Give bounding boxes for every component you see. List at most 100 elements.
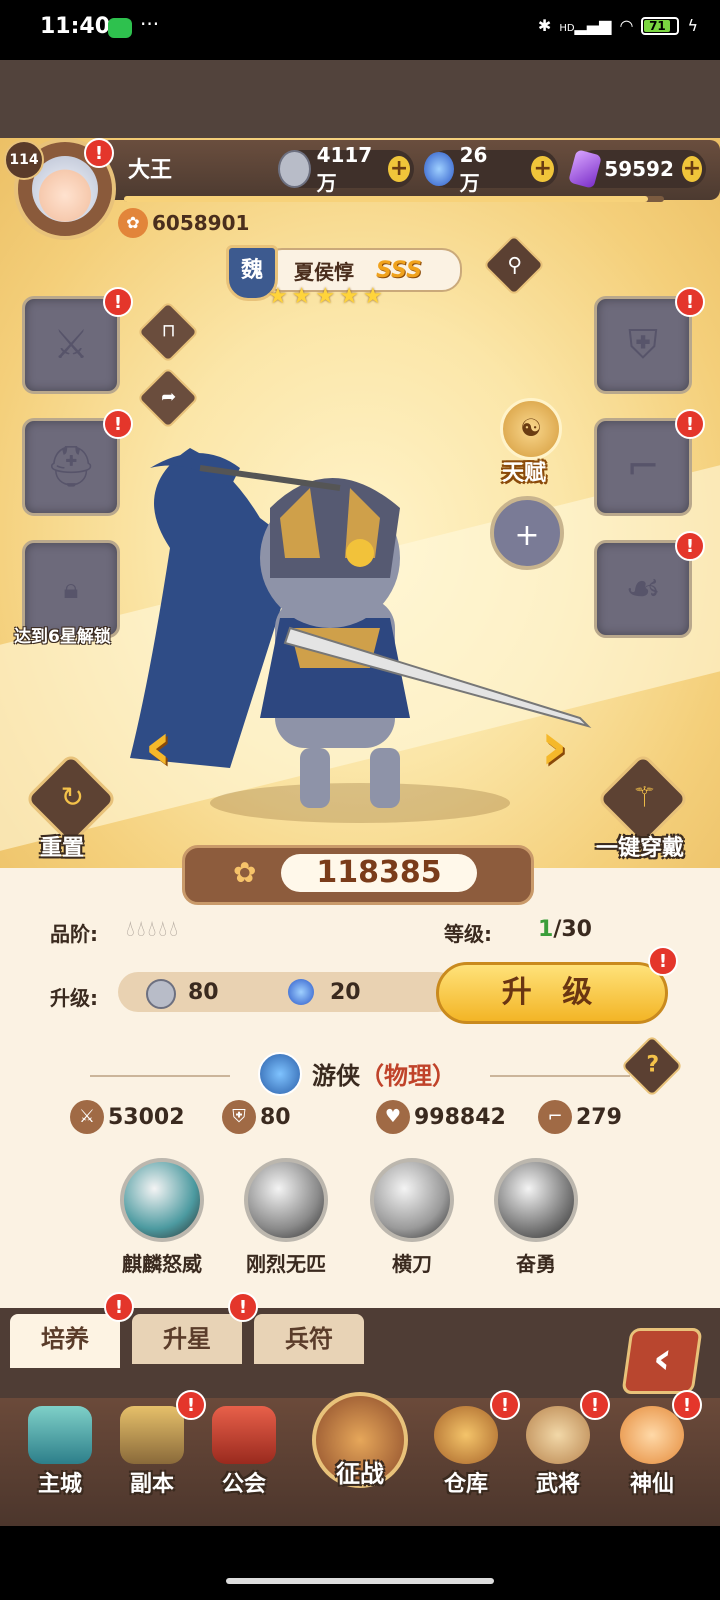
resource-orbs[interactable]: 26万 + <box>424 143 558 195</box>
resource-coins[interactable]: 4117万 + <box>278 143 414 195</box>
combat-power-banner: ✿ 118385 <box>182 845 534 905</box>
search-icon: ⚲ <box>507 252 523 277</box>
boot-icon: ⌐ <box>626 444 660 490</box>
equip-slot-weapon[interactable]: ⚔ ! <box>22 287 133 394</box>
alert-icon: ! <box>675 287 705 317</box>
coin-icon <box>146 979 176 1009</box>
flag-icon <box>212 1406 276 1464</box>
equip-slot-armor[interactable]: ⛨ ! <box>594 287 705 394</box>
skill-icon-3[interactable] <box>494 1158 578 1242</box>
upgrade-alert-icon: ! <box>648 946 678 976</box>
signal-icon: HD▂▄▆ <box>559 16 612 35</box>
outfit-icon: ⚚ <box>631 780 657 814</box>
player-name: 大王 <box>128 158 173 183</box>
upgrade-cost-label: 升级: <box>50 986 98 1010</box>
resource-crystals[interactable]: 59592 + <box>568 149 706 189</box>
chevron-left-icon: ‹ <box>649 1333 675 1384</box>
stat-speed: ⌐ 279 <box>538 1100 622 1134</box>
resource-value: 26万 <box>459 142 488 195</box>
avatar-alert-icon: ! <box>84 138 114 168</box>
heart-icon: ♥ <box>376 1100 410 1134</box>
prev-hero-button[interactable]: ‹ <box>134 712 182 782</box>
system-nav-bar <box>0 1526 720 1600</box>
equip-slot-accessory[interactable]: ☙ ! <box>594 531 705 638</box>
skill-name: 横刀 <box>392 1252 432 1276</box>
tab-star-up[interactable]: 升星 <box>132 1314 242 1364</box>
star-icon: ★ <box>291 284 312 309</box>
paw-icon: ✿ <box>118 208 148 238</box>
add-orbs-button[interactable]: + <box>531 156 554 182</box>
orb-cost: 20 <box>330 980 361 1005</box>
stat-defense: ⛨ 80 <box>222 1100 291 1134</box>
sword-icon: ⚔ <box>70 1100 104 1134</box>
nav-main-city[interactable]: 主城 <box>18 1402 102 1498</box>
skill-icon-2[interactable] <box>370 1158 454 1242</box>
shield-icon: ⛨ <box>222 1100 256 1134</box>
talent-button[interactable]: ☯ <box>500 398 562 460</box>
stat-attack: ⚔ 53002 <box>70 1100 185 1134</box>
alert-icon: ! <box>103 409 133 439</box>
nav-guild[interactable]: 公会 <box>202 1402 286 1498</box>
add-crystals-button[interactable]: + <box>681 156 702 182</box>
hero-stars: ★ ★ ★ ★ ★ <box>268 284 383 309</box>
resource-value: 4117万 <box>316 142 373 195</box>
share-icon: ➦ <box>161 386 177 408</box>
ranger-icon <box>258 1052 302 1096</box>
alert-icon: ! <box>675 531 705 561</box>
weapon-icon: ⚔ <box>53 322 89 368</box>
helmet-icon: ⛑ <box>45 444 97 490</box>
equip-all-label: 一键穿戴 <box>596 836 685 861</box>
blue-orb-icon <box>424 152 454 186</box>
bag-icon <box>434 1406 498 1464</box>
nav-label: 武将 <box>535 1472 580 1497</box>
stat-health: ♥ 998842 <box>376 1100 506 1134</box>
talent-label: 天赋 <box>502 461 547 486</box>
level-label: 等级: <box>444 922 492 946</box>
unlock-icon: ⊓ <box>161 320 176 342</box>
add-companion-button[interactable]: + <box>490 496 564 570</box>
bluetooth-icon: ✱ <box>537 16 552 35</box>
tab-tally[interactable]: 兵符 <box>254 1314 364 1364</box>
add-coins-button[interactable]: + <box>388 156 410 182</box>
upgrade-button[interactable]: 升 级 <box>436 962 668 1024</box>
nav-battle[interactable]: 征战 <box>306 1378 414 1498</box>
home-indicator[interactable] <box>226 1578 494 1584</box>
status-more: ··· <box>140 12 160 36</box>
question-icon: ? <box>646 1052 660 1078</box>
skill-name: 奋勇 <box>516 1252 556 1276</box>
skill-icon-0[interactable] <box>120 1158 204 1242</box>
nav-label: 主城 <box>37 1472 82 1497</box>
hero-figure <box>130 448 592 823</box>
alert-icon: ! <box>103 287 133 317</box>
wechat-icon <box>108 18 132 38</box>
alert-icon: ! <box>675 409 705 439</box>
tab-alert-icon: ! <box>104 1292 134 1322</box>
status-right: ✱ HD▂▄▆ ◠ 71 ϟ <box>538 16 698 35</box>
tab-train[interactable]: 培养 <box>10 1314 120 1368</box>
skill-icon-1[interactable] <box>244 1158 328 1242</box>
status-time: 11:40 <box>40 14 111 39</box>
charging-icon: ϟ <box>687 16 698 35</box>
resource-value: 59592 <box>604 157 674 181</box>
status-bar: 11:40 ··· ✱ HD▂▄▆ ◠ 71 ϟ <box>0 0 720 60</box>
quality-drops-icon: 💧︎💧︎💧︎💧︎💧︎ <box>126 917 181 942</box>
boot-icon: ⌐ <box>538 1100 572 1134</box>
talent-icon: ☯ <box>520 414 542 442</box>
player-power-value: 6058901 <box>152 211 250 235</box>
nav-label: 仓库 <box>443 1472 488 1497</box>
pouch-icon: ☙ <box>625 566 661 612</box>
hero-name: 夏侯惇 <box>294 259 354 284</box>
swords-icon <box>120 1406 184 1464</box>
equip-slot-helmet[interactable]: ⛑ ! <box>22 409 133 516</box>
player-level-badge: 114 <box>4 140 44 180</box>
nav-label: 神仙 <box>629 1472 674 1497</box>
back-button[interactable]: ‹ <box>621 1328 703 1394</box>
hero-grade: SSS <box>376 257 422 283</box>
tab-alert-icon: ! <box>228 1292 258 1322</box>
god-cat-icon <box>620 1406 684 1464</box>
next-hero-button[interactable]: › <box>530 712 578 782</box>
coin-cost: 80 <box>188 980 219 1005</box>
level-value: 1/30 <box>538 917 592 942</box>
equip-slot-boots[interactable]: ⌐ ! <box>594 409 705 516</box>
star-icon: ★ <box>315 284 336 309</box>
